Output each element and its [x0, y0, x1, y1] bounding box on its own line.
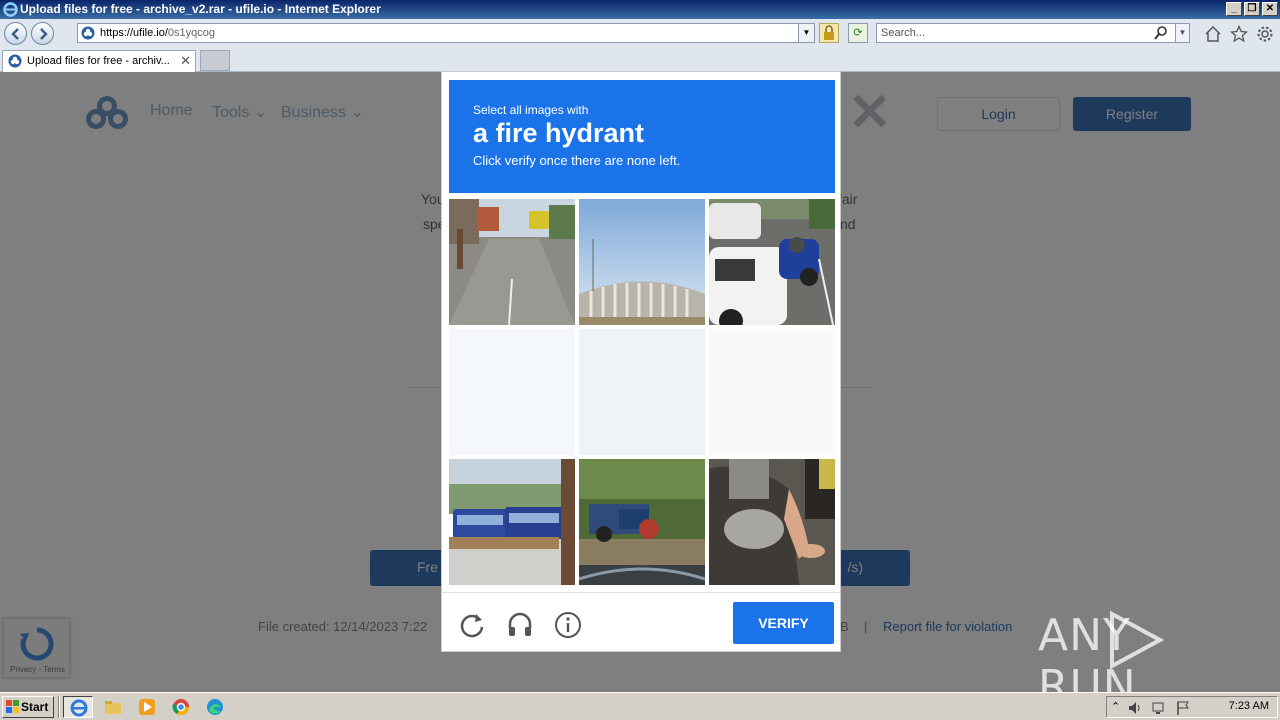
search-placeholder: Search... [881, 27, 926, 39]
windows-flag-icon [6, 700, 19, 713]
taskbar-separator [58, 696, 60, 718]
search-icon[interactable] [1153, 25, 1169, 41]
anyrun-watermark: ANYRUN [1038, 610, 1137, 692]
clock: 7:23 AM [1228, 700, 1269, 712]
tab-strip: Upload files for free - archiv... ✕ [0, 48, 1280, 72]
ie-icon [70, 699, 88, 717]
captcha-tile-street-bus[interactable] [449, 199, 575, 325]
challenge-instruction: Click verify once there are none left. [473, 153, 681, 168]
edge-icon [207, 699, 223, 715]
url-path: 0s1yqcog [167, 27, 215, 39]
media-player-icon [139, 699, 155, 715]
captcha-tile-parked-cars[interactable] [709, 199, 835, 325]
ie-logo-icon [3, 2, 18, 17]
window-title: Upload files for free - archive_v2.rar -… [20, 2, 381, 16]
captcha-tile-faded-1[interactable] [449, 329, 575, 455]
network-icon[interactable] [1151, 700, 1167, 716]
challenge-header: Select all images with a fire hydrant Cl… [449, 80, 835, 193]
address-toolbar: https://ufile.io/0s1yqcog ▼ ⟳ Search... … [0, 19, 1280, 48]
home-icon[interactable] [1204, 25, 1222, 43]
challenge-footer-divider [442, 592, 840, 593]
taskbar-explorer[interactable] [98, 696, 128, 718]
favorites-star-icon[interactable] [1230, 25, 1248, 43]
challenge-object: a fire hydrant [473, 118, 645, 148]
tab-close-icon[interactable]: ✕ [180, 51, 191, 71]
captcha-tile-overpass[interactable] [579, 199, 705, 325]
folder-icon [105, 701, 121, 714]
address-field[interactable]: https://ufile.io/0s1yqcog ▼ [77, 23, 815, 43]
search-dropdown-icon[interactable]: ▼ [1175, 24, 1189, 42]
captcha-tile-faded-3[interactable] [709, 329, 835, 455]
lock-icon[interactable] [819, 23, 839, 43]
chrome-icon [172, 699, 190, 716]
tab-favicon-icon [8, 54, 22, 68]
close-window-button[interactable]: ✕ [1262, 2, 1278, 16]
captcha-tile-blue-buses[interactable] [449, 459, 575, 585]
address-dropdown-icon[interactable]: ▼ [798, 24, 814, 42]
forward-button[interactable] [31, 22, 54, 45]
gear-icon[interactable] [1256, 25, 1274, 43]
url-host: https://ufile.io/ [100, 27, 168, 39]
site-favicon-icon [81, 26, 95, 40]
forward-arrow-icon [40, 28, 48, 40]
tray-expand-icon[interactable]: ⌃ [1111, 700, 1120, 713]
hcaptcha-challenge: Select all images with a fire hydrant Cl… [441, 71, 841, 652]
captcha-tile-tractor[interactable] [579, 459, 705, 585]
captcha-tile-motorbike[interactable] [709, 459, 835, 585]
window-titlebar: Upload files for free - archive_v2.rar -… [0, 0, 1280, 19]
captcha-tile-faded-2[interactable] [579, 329, 705, 455]
volume-icon[interactable] [1127, 700, 1143, 716]
info-icon[interactable] [553, 610, 583, 640]
taskbar-media-player[interactable] [132, 696, 162, 718]
verify-button[interactable]: VERIFY [733, 602, 834, 644]
start-button[interactable]: Start [2, 696, 54, 718]
restore-button[interactable]: ❐ [1244, 2, 1260, 16]
challenge-subtitle: Select all images with [473, 103, 589, 117]
refresh-challenge-icon[interactable] [457, 610, 487, 640]
system-tray: ⌃ 7:23 AM [1106, 696, 1278, 718]
back-button[interactable] [4, 22, 27, 45]
windows-taskbar: Start ⌃ 7:23 AM [0, 692, 1280, 720]
taskbar-edge[interactable] [200, 696, 230, 718]
start-label: Start [21, 700, 49, 714]
action-center-flag-icon[interactable] [1175, 700, 1191, 716]
minimize-button[interactable]: _ [1226, 2, 1242, 16]
audio-challenge-icon[interactable] [505, 610, 535, 640]
new-tab-button[interactable] [200, 50, 230, 71]
back-arrow-icon [11, 28, 19, 40]
search-input[interactable]: Search... ▼ [876, 23, 1190, 43]
tab-label: Upload files for free - archiv... [27, 55, 170, 67]
taskbar-ie[interactable] [63, 696, 93, 718]
taskbar-chrome[interactable] [166, 696, 196, 718]
browser-tab[interactable]: Upload files for free - archiv... ✕ [2, 50, 196, 72]
refresh-icon[interactable]: ⟳ [848, 23, 868, 43]
